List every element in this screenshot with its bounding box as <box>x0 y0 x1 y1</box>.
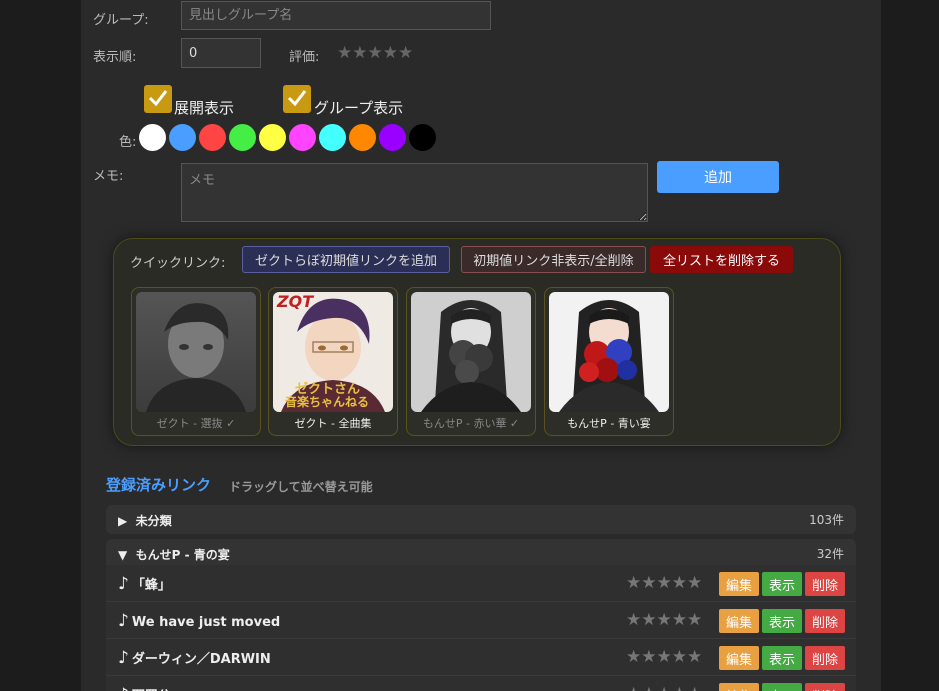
quicklink-card[interactable]: もんせP - 青い宴 <box>544 287 674 436</box>
color-swatch[interactable] <box>379 124 406 151</box>
link-title: ♪耶罗公 <box>118 685 171 691</box>
color-swatch[interactable] <box>349 124 376 151</box>
group-display-label: グループ表示 <box>314 99 404 117</box>
hide-default-links-button[interactable]: 初期値リンク非表示/全削除 <box>461 246 646 273</box>
show-button[interactable]: 表示 <box>762 646 802 670</box>
rating-stars[interactable]: ★★★★★ <box>337 43 413 63</box>
collapse-arrow-icon: ▼ <box>118 548 128 562</box>
row-rating-stars[interactable]: ★★★★★ <box>626 610 702 630</box>
delete-button[interactable]: 削除 <box>805 646 845 670</box>
group-name: もんせP - 青の宴 <box>135 548 230 562</box>
color-swatch[interactable] <box>229 124 256 151</box>
link-row[interactable]: ♪ We have just moved ★★★★★ 編集 表示 削除 <box>106 602 856 639</box>
color-swatch[interactable] <box>319 124 346 151</box>
quicklink-card[interactable]: ZQT ゼクトさん 音楽ちゃんねる ゼクト - 全曲集 <box>268 287 398 436</box>
group-title: ▼ もんせP - 青の宴 <box>118 546 230 563</box>
group-header-uncategorized[interactable]: ▶ 未分類 103件 <box>106 505 856 534</box>
card-image: ZQT ゼクトさん 音楽ちゃんねる <box>273 292 393 412</box>
link-title-text: We have just moved <box>131 615 281 630</box>
expand-label: 展開表示 <box>174 99 235 117</box>
card-caption: ゼクト - 全曲集 <box>294 417 372 430</box>
group-label: グループ: <box>93 13 149 28</box>
row-rating-stars[interactable]: ★★★★★ <box>626 684 702 691</box>
color-swatch[interactable] <box>289 124 316 151</box>
rating-label: 評価: <box>289 50 320 65</box>
delete-all-lists-button[interactable]: 全リストを削除する <box>650 246 793 273</box>
show-button[interactable]: 表示 <box>762 572 802 596</box>
order-label: 表示順: <box>93 50 137 65</box>
memo-label: メモ: <box>93 169 124 184</box>
card-overlay-text: 音楽ちゃんねる <box>285 395 370 409</box>
card-image <box>411 292 531 412</box>
quicklink-card[interactable]: もんせP - 赤い華 ✓ <box>406 287 536 436</box>
card-caption: もんせP - 青い宴 <box>567 417 651 430</box>
row-rating-stars[interactable]: ★★★★★ <box>626 647 702 667</box>
color-swatch[interactable] <box>169 124 196 151</box>
delete-button[interactable]: 削除 <box>805 683 845 691</box>
link-title-text: 「蜂」 <box>131 578 171 593</box>
row-rating-stars[interactable]: ★★★★★ <box>626 573 702 593</box>
card-caption: ゼクト - 選抜 ✓ <box>156 417 236 430</box>
quicklink-label: クイックリンク: <box>130 256 226 271</box>
group-header-monseP[interactable]: ▼ もんせP - 青の宴 32件 <box>106 539 856 568</box>
color-swatch[interactable] <box>259 124 286 151</box>
group-name: 未分類 <box>135 514 172 528</box>
memo-textarea[interactable] <box>181 163 648 222</box>
edit-button[interactable]: 編集 <box>719 572 759 596</box>
check-icon <box>148 90 168 107</box>
group-count: 32件 <box>816 547 844 561</box>
edit-button[interactable]: 編集 <box>719 609 759 633</box>
card-caption: もんせP - 赤い華 ✓ <box>422 417 520 430</box>
music-note-icon: ♪ <box>118 611 129 631</box>
group-count: 103件 <box>809 513 844 527</box>
music-note-icon: ♪ <box>118 574 129 594</box>
card-image <box>136 292 256 412</box>
link-row[interactable]: ♪ ダーウィン／DARWIN ★★★★★ 編集 表示 削除 <box>106 639 856 676</box>
color-swatch[interactable] <box>139 124 166 151</box>
group-title: ▶ 未分類 <box>118 512 172 529</box>
group-display-checkbox[interactable] <box>283 85 311 113</box>
link-title: ♪ We have just moved <box>118 611 280 631</box>
registered-title: 登録済みリンク <box>106 476 212 494</box>
add-button[interactable]: 追加 <box>657 161 779 193</box>
show-button[interactable]: 表示 <box>762 609 802 633</box>
link-row[interactable]: ♪ 「蜂」 ★★★★★ 編集 表示 削除 <box>106 565 856 602</box>
link-row[interactable]: ♪耶罗公 ★★★★★ 編集表示削除 <box>106 676 856 691</box>
color-swatch[interactable] <box>409 124 436 151</box>
music-note-icon: ♪ <box>118 648 129 668</box>
edit-button[interactable]: 編集 <box>719 646 759 670</box>
card-logo: ZQT <box>277 292 314 311</box>
expand-arrow-icon: ▶ <box>118 514 128 528</box>
edit-button[interactable]: 編集 <box>719 683 759 691</box>
card-image <box>549 292 669 412</box>
add-default-links-button[interactable]: ゼクトらぼ初期値リンクを追加 <box>242 246 450 273</box>
registered-subtitle: ドラッグして並べ替え可能 <box>229 480 373 494</box>
delete-button[interactable]: 削除 <box>805 609 845 633</box>
color-label: 色: <box>119 135 137 150</box>
quicklink-card[interactable]: ゼクト - 選抜 ✓ <box>131 287 261 436</box>
music-note-icon: ♪ <box>118 685 129 691</box>
group-name-input[interactable] <box>181 1 491 30</box>
color-swatch[interactable] <box>199 124 226 151</box>
delete-button[interactable]: 削除 <box>805 572 845 596</box>
expand-checkbox[interactable] <box>144 85 172 113</box>
show-button[interactable]: 表示 <box>762 683 802 691</box>
order-input[interactable] <box>181 38 261 68</box>
link-title: ♪ ダーウィン／DARWIN <box>118 648 271 668</box>
check-icon <box>287 90 307 107</box>
link-title-text: ダーウィン／DARWIN <box>131 652 271 667</box>
link-title: ♪ 「蜂」 <box>118 574 171 594</box>
